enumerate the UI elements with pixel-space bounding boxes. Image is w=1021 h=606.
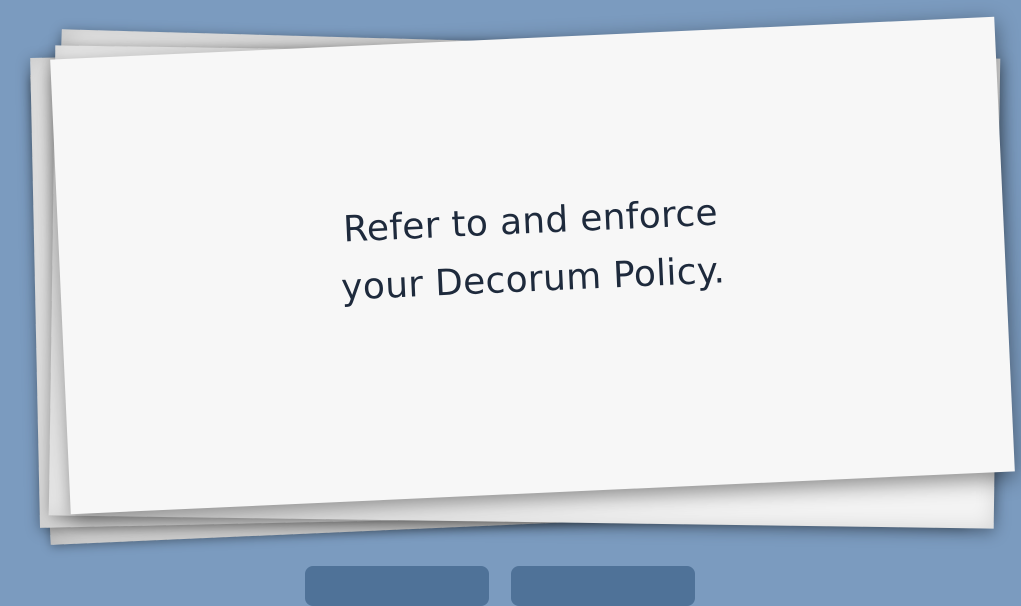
- next-button[interactable]: [511, 566, 695, 606]
- previous-button[interactable]: [305, 566, 489, 606]
- current-card[interactable]: Refer to and enforce your Decorum Policy…: [50, 16, 1015, 515]
- card-deck: Refer to and enforce your Decorum Policy…: [0, 0, 1021, 580]
- card-text: Refer to and enforce your Decorum Policy…: [337, 184, 726, 317]
